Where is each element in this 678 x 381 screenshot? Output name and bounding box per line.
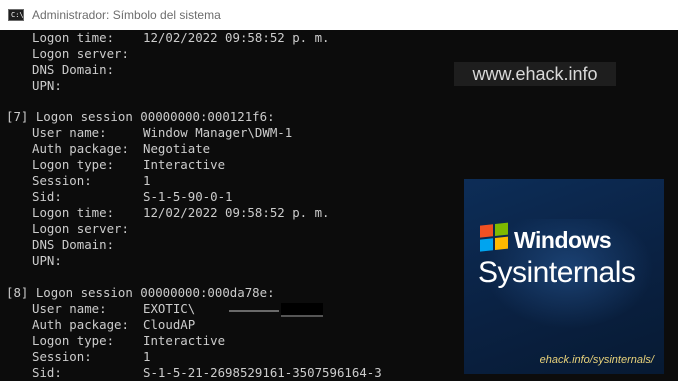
field-value: Negotiate <box>143 141 211 156</box>
redacted-username <box>229 302 323 318</box>
field-value: Interactive <box>143 157 226 172</box>
field-label: User name: <box>32 301 107 316</box>
field-label: Session: <box>32 173 92 188</box>
field-value: Interactive <box>143 333 226 348</box>
console-line: UPN: <box>32 253 143 269</box>
console-line: Logon time: 12/02/2022 09:58:52 p. m. <box>32 205 330 221</box>
sysinternals-banner: Windows Sysinternals ehack.info/sysinter… <box>464 179 664 374</box>
redaction-smudge <box>229 310 279 312</box>
field-label: Auth package: <box>32 141 129 156</box>
redaction-block <box>281 303 323 317</box>
cmd-icon-glyph: C:\ <box>11 11 24 19</box>
field-label: Sid: <box>32 365 62 380</box>
brand-windows-text: Windows <box>514 227 612 253</box>
console-line: User name: EXOTIC\ <box>32 301 195 317</box>
field-label: Session: <box>32 349 92 364</box>
console-line: Auth package: Negotiate <box>32 141 210 157</box>
field-label: Logon type: <box>32 333 115 348</box>
field-label: Logon time: <box>32 205 115 220</box>
field-value: 1 <box>143 173 151 188</box>
console-line: Logon server: <box>32 46 143 62</box>
field-value: EXOTIC\ <box>143 301 196 316</box>
windows-flag-icon <box>480 222 510 253</box>
field-label: Sid: <box>32 189 62 204</box>
field-value: S-1-5-90-0-1 <box>143 189 233 204</box>
console-line: Sid: S-1-5-90-0-1 <box>32 189 233 205</box>
field-label: User name: <box>32 125 107 140</box>
session-header: [8] Logon session 00000000:000da78e: <box>6 285 275 300</box>
session-header: [7] Logon session 00000000:000121f6: <box>6 109 275 124</box>
console-line: Sid: S-1-5-21-2698529161-3507596164-3 <box>32 365 382 381</box>
field-label: Logon time: <box>32 30 115 45</box>
field-label: Logon server: <box>32 221 129 236</box>
field-label: DNS Domain: <box>32 62 115 77</box>
title-bar[interactable]: C:\ Administrador: Símbolo del sistema <box>0 0 678 30</box>
console-line: Auth package: CloudAP <box>32 317 195 333</box>
field-value: 12/02/2022 09:58:52 p. m. <box>143 30 330 45</box>
console-line: UPN: <box>32 78 143 94</box>
console-line: Logon type: Interactive <box>32 157 225 173</box>
console-line: DNS Domain: <box>32 237 143 253</box>
field-value: CloudAP <box>143 317 196 332</box>
field-label: UPN: <box>32 78 62 93</box>
cmd-icon[interactable]: C:\ <box>8 9 24 21</box>
console-line: User name: Window Manager\DWM-1 <box>32 125 292 141</box>
field-value: 1 <box>143 349 151 364</box>
command-prompt-window: C:\ Administrador: Símbolo del sistema L… <box>0 0 678 381</box>
field-label: Logon server: <box>32 46 129 61</box>
window-title: Administrador: Símbolo del sistema <box>32 8 221 22</box>
field-value: 12/02/2022 09:58:52 p. m. <box>143 205 330 220</box>
banner-url: ehack.info/sysinternals/ <box>539 354 654 366</box>
console-line: DNS Domain: <box>32 62 143 78</box>
console-line: Logon server: <box>32 221 143 237</box>
brand-sysinternals-text: Sysinternals <box>478 256 636 289</box>
field-value: Window Manager\DWM-1 <box>143 125 293 140</box>
console-line: Logon time: 12/02/2022 09:58:52 p. m. <box>32 30 330 46</box>
field-label: DNS Domain: <box>32 237 115 252</box>
console-line: Logon type: Interactive <box>32 333 225 349</box>
field-label: Logon type: <box>32 157 115 172</box>
console-line: Session: 1 <box>32 173 150 189</box>
field-label: UPN: <box>32 253 62 268</box>
field-value: S-1-5-21-2698529161-3507596164-3 <box>143 365 382 380</box>
site-watermark: www.ehack.info <box>454 62 616 86</box>
console-line: Session: 1 <box>32 349 150 365</box>
field-label: Auth package: <box>32 317 129 332</box>
